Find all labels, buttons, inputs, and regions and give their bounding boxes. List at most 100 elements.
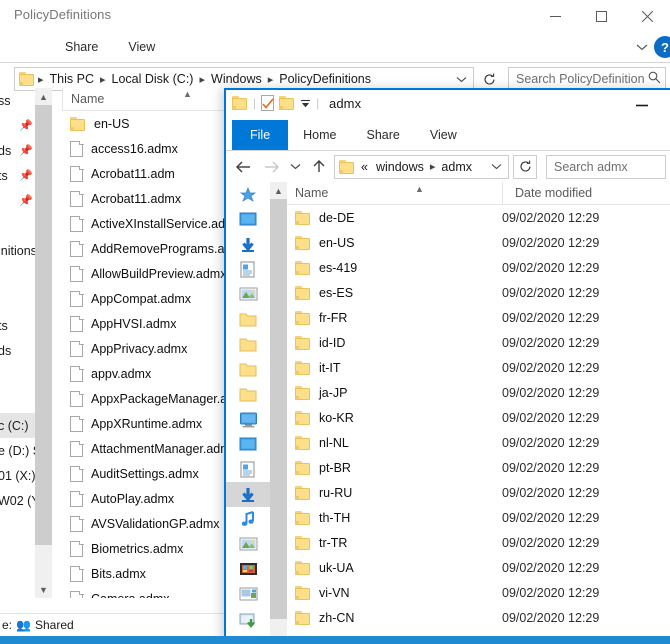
window-admx[interactable]: | | admx File Home Share View « windows … bbox=[224, 88, 670, 644]
properties-icon[interactable] bbox=[261, 95, 275, 111]
expand-ribbon-chevron-down-icon[interactable] bbox=[636, 40, 648, 54]
navigation-scrollbar-back[interactable]: ▲ ▼ bbox=[35, 88, 52, 598]
taskbar[interactable] bbox=[0, 636, 670, 644]
recent-locations-chevron-down-icon[interactable] bbox=[286, 154, 304, 180]
nav-item[interactable] bbox=[0, 213, 35, 238]
tab-home[interactable]: Home bbox=[288, 120, 351, 150]
tab-share-back[interactable]: Share bbox=[50, 32, 113, 62]
new-folder-icon[interactable] bbox=[279, 96, 295, 110]
table-row[interactable]: de-DE 09/02/2020 12:29 bbox=[287, 205, 670, 230]
downloads-icon[interactable] bbox=[226, 482, 270, 507]
nav-item[interactable]: initions bbox=[0, 238, 35, 263]
scroll-up-arrow-icon[interactable]: ▲ bbox=[35, 88, 52, 105]
table-row[interactable]: es-419 09/02/2020 12:29 bbox=[287, 255, 670, 280]
nav-item[interactable] bbox=[0, 363, 35, 388]
ribbon-tabs-back[interactable]: Share View ? bbox=[0, 32, 670, 62]
documents-icon[interactable] bbox=[226, 257, 270, 282]
nav-item[interactable] bbox=[0, 288, 35, 313]
nav-item[interactable]: ds 📌 bbox=[0, 138, 35, 163]
nav-item[interactable]: 📌 bbox=[0, 188, 35, 213]
ribbon-tabs-front[interactable]: File Home Share View bbox=[226, 120, 670, 150]
minimize-button-back[interactable] bbox=[532, 0, 578, 32]
minimize-button-front[interactable] bbox=[622, 90, 662, 120]
breadcrumb-front[interactable]: « windows ▸ admx bbox=[334, 154, 509, 179]
pin-icon[interactable]: 📌 bbox=[19, 194, 33, 207]
table-row[interactable]: tr-TR 09/02/2020 12:29 bbox=[287, 530, 670, 555]
scroll-down-arrow-icon[interactable]: ▼ bbox=[35, 581, 52, 598]
tab-share[interactable]: Share bbox=[352, 120, 415, 150]
scrollbar-thumb[interactable] bbox=[35, 105, 52, 545]
local-disk-icon[interactable] bbox=[226, 582, 270, 607]
table-row[interactable]: fr-FR 09/02/2020 12:29 bbox=[287, 305, 670, 330]
tab-view-back[interactable]: View bbox=[113, 32, 170, 62]
navigation-scrollbar-front[interactable]: ▲ bbox=[270, 182, 287, 644]
maximize-button-back[interactable] bbox=[578, 0, 624, 32]
nav-item[interactable]: c (C:) bbox=[0, 413, 35, 438]
table-row[interactable]: pt-BR 09/02/2020 12:29 bbox=[287, 455, 670, 480]
folder-icon[interactable] bbox=[226, 307, 270, 332]
help-icon[interactable]: ? bbox=[654, 36, 670, 58]
nav-item[interactable]: ds bbox=[0, 338, 35, 363]
quick-access-toolbar[interactable]: | | bbox=[232, 95, 319, 111]
nav-item[interactable]: ts bbox=[0, 313, 35, 338]
nav-item[interactable]: ts 📌 bbox=[0, 163, 35, 188]
pin-icon[interactable]: 📌 bbox=[19, 169, 33, 182]
tab-view[interactable]: View bbox=[415, 120, 472, 150]
folder-icon[interactable] bbox=[226, 382, 270, 407]
scroll-up-arrow-icon[interactable]: ▲ bbox=[270, 182, 287, 199]
table-row[interactable]: vi-VN 09/02/2020 12:29 bbox=[287, 580, 670, 605]
pictures-icon[interactable] bbox=[226, 282, 270, 307]
folder-icon[interactable] bbox=[226, 332, 270, 357]
breadcrumb-list-front[interactable]: « windows ▸ admx bbox=[358, 158, 486, 176]
breadcrumb-list-back[interactable]: ▸ This PC ▸ Local Disk (C:) ▸ Windows ▸ … bbox=[37, 70, 451, 88]
tab-file[interactable]: File bbox=[232, 120, 289, 150]
search-input-front[interactable]: Search admx bbox=[546, 154, 666, 179]
desktop-icon[interactable] bbox=[226, 432, 270, 457]
navigation-pane-front[interactable] bbox=[226, 182, 270, 644]
table-row[interactable]: ru-RU 09/02/2020 12:29 bbox=[287, 480, 670, 505]
network-drive-icon[interactable] bbox=[226, 607, 270, 632]
titlebar-back-window[interactable]: PolicyDefinitions bbox=[0, 0, 670, 32]
navigation-pane-back[interactable]: ss 📌 ds 📌 ts 📌 📌 initions ts ds c (C:) e (D:) SS 01 … bbox=[0, 88, 35, 598]
table-row[interactable]: es-ES 09/02/2020 12:29 bbox=[287, 280, 670, 305]
table-row[interactable]: id-ID 09/02/2020 12:29 bbox=[287, 330, 670, 355]
folder-icon[interactable] bbox=[226, 357, 270, 382]
music-icon[interactable] bbox=[226, 507, 270, 532]
pin-icon[interactable]: 📌 bbox=[19, 144, 33, 157]
pin-icon[interactable]: 📌 bbox=[19, 119, 33, 132]
videos-icon[interactable] bbox=[226, 557, 270, 582]
scrollbar-thumb[interactable] bbox=[270, 199, 287, 619]
breadcrumb-item-this-pc[interactable]: This PC bbox=[45, 70, 99, 88]
table-row[interactable]: ko-KR 09/02/2020 12:29 bbox=[287, 405, 670, 430]
table-row[interactable]: uk-UA 09/02/2020 12:29 bbox=[287, 555, 670, 580]
folder-icon[interactable] bbox=[232, 96, 248, 110]
close-button-back[interactable] bbox=[624, 0, 670, 32]
table-row[interactable]: th-TH 09/02/2020 12:29 bbox=[287, 505, 670, 530]
file-list-front[interactable]: de-DE 09/02/2020 12:29 en-US 09/02/2020 12:… bbox=[287, 182, 670, 644]
up-arrow-icon[interactable] bbox=[306, 154, 332, 180]
this-pc-icon[interactable] bbox=[226, 407, 270, 432]
nav-item[interactable] bbox=[0, 388, 35, 413]
nav-item[interactable]: 📌 bbox=[0, 113, 35, 138]
downloads-icon[interactable] bbox=[226, 232, 270, 257]
table-row[interactable]: ja-JP 09/02/2020 12:29 bbox=[287, 380, 670, 405]
nav-item[interactable]: 01 (X:) bbox=[0, 463, 35, 488]
nav-item[interactable]: e (D:) SS bbox=[0, 438, 35, 463]
breadcrumb-chevron-down-icon[interactable] bbox=[451, 76, 471, 83]
nav-item[interactable] bbox=[0, 263, 35, 288]
breadcrumb-item-policydefinitions[interactable]: PolicyDefinitions bbox=[274, 70, 376, 88]
table-row[interactable]: it-IT 09/02/2020 12:29 bbox=[287, 355, 670, 380]
refresh-icon-front[interactable] bbox=[513, 154, 537, 179]
nav-item[interactable]: W02 (Y:) bbox=[0, 488, 35, 513]
titlebar-front-window[interactable]: | | admx bbox=[226, 90, 670, 120]
table-row[interactable]: nl-NL 09/02/2020 12:29 bbox=[287, 430, 670, 455]
quick-access-icon[interactable] bbox=[226, 182, 270, 207]
breadcrumb-item-local-disk[interactable]: Local Disk (C:) bbox=[107, 70, 199, 88]
documents-icon[interactable] bbox=[226, 457, 270, 482]
desktop-icon[interactable] bbox=[226, 207, 270, 232]
nav-item[interactable]: ss bbox=[0, 88, 35, 113]
breadcrumb-item-admx[interactable]: admx bbox=[436, 158, 477, 176]
pictures-icon[interactable] bbox=[226, 532, 270, 557]
breadcrumb-item-windows[interactable]: Windows bbox=[206, 70, 267, 88]
breadcrumb-overflow-icon[interactable]: « bbox=[358, 158, 371, 176]
